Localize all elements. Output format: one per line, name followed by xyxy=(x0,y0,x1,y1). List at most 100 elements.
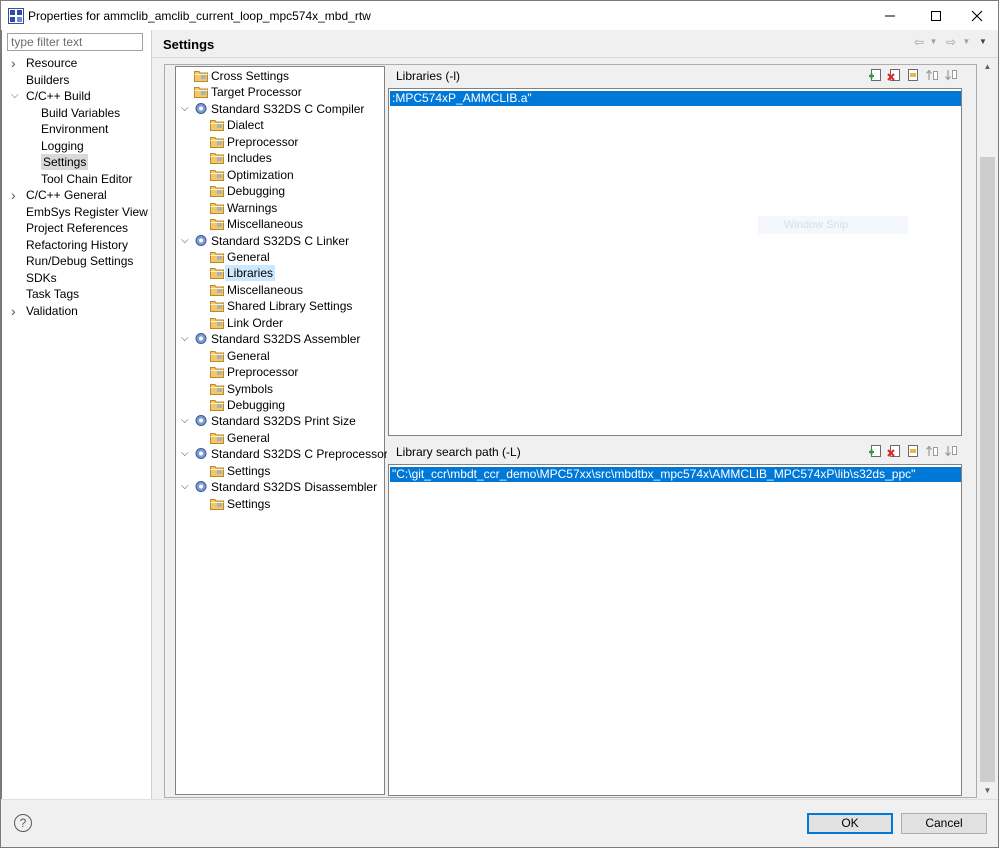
back-button[interactable]: ⇦ xyxy=(912,35,926,49)
list-item[interactable]: "C:\git_ccr\mbdt_ccr_demo\MPC57xx\src\mb… xyxy=(390,467,961,482)
nav-item-refactoring-history[interactable]: Refactoring History xyxy=(26,237,128,253)
move-down-button[interactable] xyxy=(944,68,958,82)
folder-icon xyxy=(210,266,224,280)
tree-item[interactable]: Shared Library Settings xyxy=(227,298,352,314)
forward-button[interactable]: ⇨ xyxy=(944,35,958,49)
delete-button[interactable] xyxy=(887,68,901,82)
libraries-list[interactable]: :MPC574xP_AMMCLIB.a" xyxy=(388,88,962,436)
chevron-right-icon[interactable]: › xyxy=(11,55,21,71)
cancel-button[interactable]: Cancel xyxy=(901,813,987,834)
tree-item[interactable]: Miscellaneous xyxy=(227,216,303,232)
chevron-down-icon[interactable]: ⌵ xyxy=(181,233,191,249)
back-arrow-icon: ⇦ xyxy=(913,35,925,49)
filter-input[interactable] xyxy=(7,33,143,51)
tree-item[interactable]: Settings xyxy=(227,496,270,512)
scroll-up-button[interactable]: ▲ xyxy=(979,58,996,75)
chevron-right-icon[interactable]: › xyxy=(11,187,21,203)
folder-icon xyxy=(210,217,224,231)
add-icon xyxy=(869,445,881,457)
maximize-button[interactable] xyxy=(913,1,959,30)
nav-item-task-tags[interactable]: Task Tags xyxy=(26,286,79,302)
chevron-down-icon[interactable]: ⌵ xyxy=(181,331,191,347)
tree-item[interactable]: Standard S32DS Print Size xyxy=(211,413,356,429)
nav-item-run-debug-settings[interactable]: Run/Debug Settings xyxy=(26,253,133,269)
tree-item[interactable]: Optimization xyxy=(227,167,294,183)
minimize-icon xyxy=(885,15,895,16)
chevron-down-icon[interactable]: ⌵ xyxy=(181,413,191,429)
chevron-right-icon[interactable]: › xyxy=(11,303,21,319)
chevron-down-icon[interactable]: ⌵ xyxy=(11,88,21,104)
page-title: Settings xyxy=(163,37,215,52)
nav-item-environment[interactable]: Environment xyxy=(41,121,108,137)
folder-icon xyxy=(210,118,224,132)
move-down-button[interactable] xyxy=(944,444,958,458)
pane-divider[interactable] xyxy=(151,30,152,799)
tree-item[interactable]: Dialect xyxy=(227,117,264,133)
nav-item-settings[interactable]: Settings xyxy=(41,154,89,170)
nav-item-project-references[interactable]: Project References xyxy=(26,220,128,236)
tree-item[interactable]: General xyxy=(227,249,270,265)
tool-icon xyxy=(194,332,208,345)
move-up-button[interactable] xyxy=(925,68,939,82)
nav-item-c-c-general[interactable]: C/C++ General xyxy=(26,187,107,203)
add-button[interactable] xyxy=(868,444,882,458)
nav-item-logging[interactable]: Logging xyxy=(41,138,84,154)
chevron-down-icon[interactable]: ⌵ xyxy=(181,101,191,117)
back-menu-button[interactable]: ▼ xyxy=(929,35,938,49)
nav-item-resource[interactable]: Resource xyxy=(26,55,77,71)
tree-item[interactable]: Standard S32DS Disassembler xyxy=(211,479,377,495)
tree-item[interactable]: General xyxy=(227,348,270,364)
tree-item[interactable]: Standard S32DS C Linker xyxy=(211,233,349,249)
chevron-down-icon[interactable]: ⌵ xyxy=(181,479,191,495)
forward-menu-button[interactable]: ▼ xyxy=(962,35,971,49)
tool-icon xyxy=(194,480,208,493)
view-menu-button[interactable]: ▼ xyxy=(978,35,988,49)
tree-item[interactable]: Cross Settings xyxy=(211,68,289,84)
nav-item-c-c-build[interactable]: C/C++ Build xyxy=(26,88,91,104)
tool-icon xyxy=(194,102,208,115)
help-button[interactable]: ? xyxy=(14,814,32,832)
edit-button[interactable] xyxy=(906,68,920,82)
tree-item[interactable]: Standard S32DS C Compiler xyxy=(211,101,364,117)
folder-icon xyxy=(210,398,224,411)
nav-item-build-variables[interactable]: Build Variables xyxy=(41,105,120,121)
chevron-down-icon[interactable]: ⌵ xyxy=(181,446,191,462)
move-up-button[interactable] xyxy=(925,444,939,458)
tree-item[interactable]: Settings xyxy=(227,463,270,479)
header-divider xyxy=(152,57,999,58)
tree-item[interactable]: General xyxy=(227,430,270,446)
folder-icon xyxy=(210,382,224,395)
tree-item[interactable]: Libraries xyxy=(225,265,276,282)
tree-item[interactable]: Includes xyxy=(227,150,272,166)
tree-item[interactable]: Link Order xyxy=(227,315,283,331)
tree-item[interactable]: Standard S32DS C Preprocessor xyxy=(211,446,388,462)
search-path-panel: Library search path (-L) "C:\git_ccr\mbd… xyxy=(387,442,963,796)
nav-item-validation[interactable]: Validation xyxy=(26,303,78,319)
nav-item-sdks[interactable]: SDKs xyxy=(26,270,57,286)
search-path-list[interactable]: "C:\git_ccr\mbdt_ccr_demo\MPC57xx\src\mb… xyxy=(388,464,962,796)
tree-item[interactable]: Standard S32DS Assembler xyxy=(211,331,360,347)
tree-item[interactable]: Miscellaneous xyxy=(227,282,303,298)
tree-item[interactable]: Debugging xyxy=(227,397,285,413)
scrollbar-thumb[interactable] xyxy=(980,157,995,782)
delete-icon xyxy=(887,445,900,457)
scroll-down-button[interactable]: ▼ xyxy=(979,782,996,799)
edit-button[interactable] xyxy=(906,444,920,458)
close-button[interactable] xyxy=(954,1,999,30)
minimize-button[interactable] xyxy=(867,1,913,30)
tree-item[interactable]: Target Processor xyxy=(211,84,302,100)
folder-icon xyxy=(210,283,224,296)
tree-item[interactable]: Debugging xyxy=(227,183,285,199)
nav-item-builders[interactable]: Builders xyxy=(26,72,69,88)
list-item[interactable]: :MPC574xP_AMMCLIB.a" xyxy=(390,91,961,106)
scroll-down-icon: ▼ xyxy=(983,786,992,795)
nav-item-embsys-register-view[interactable]: EmbSys Register View xyxy=(26,204,148,220)
add-button[interactable] xyxy=(868,68,882,82)
ok-button[interactable]: OK xyxy=(807,813,893,834)
tree-item[interactable]: Preprocessor xyxy=(227,134,298,150)
delete-button[interactable] xyxy=(887,444,901,458)
nav-item-tool-chain-editor[interactable]: Tool Chain Editor xyxy=(41,171,132,187)
tree-item[interactable]: Warnings xyxy=(227,200,277,216)
tree-item[interactable]: Symbols xyxy=(227,381,273,397)
tree-item[interactable]: Preprocessor xyxy=(227,364,298,380)
